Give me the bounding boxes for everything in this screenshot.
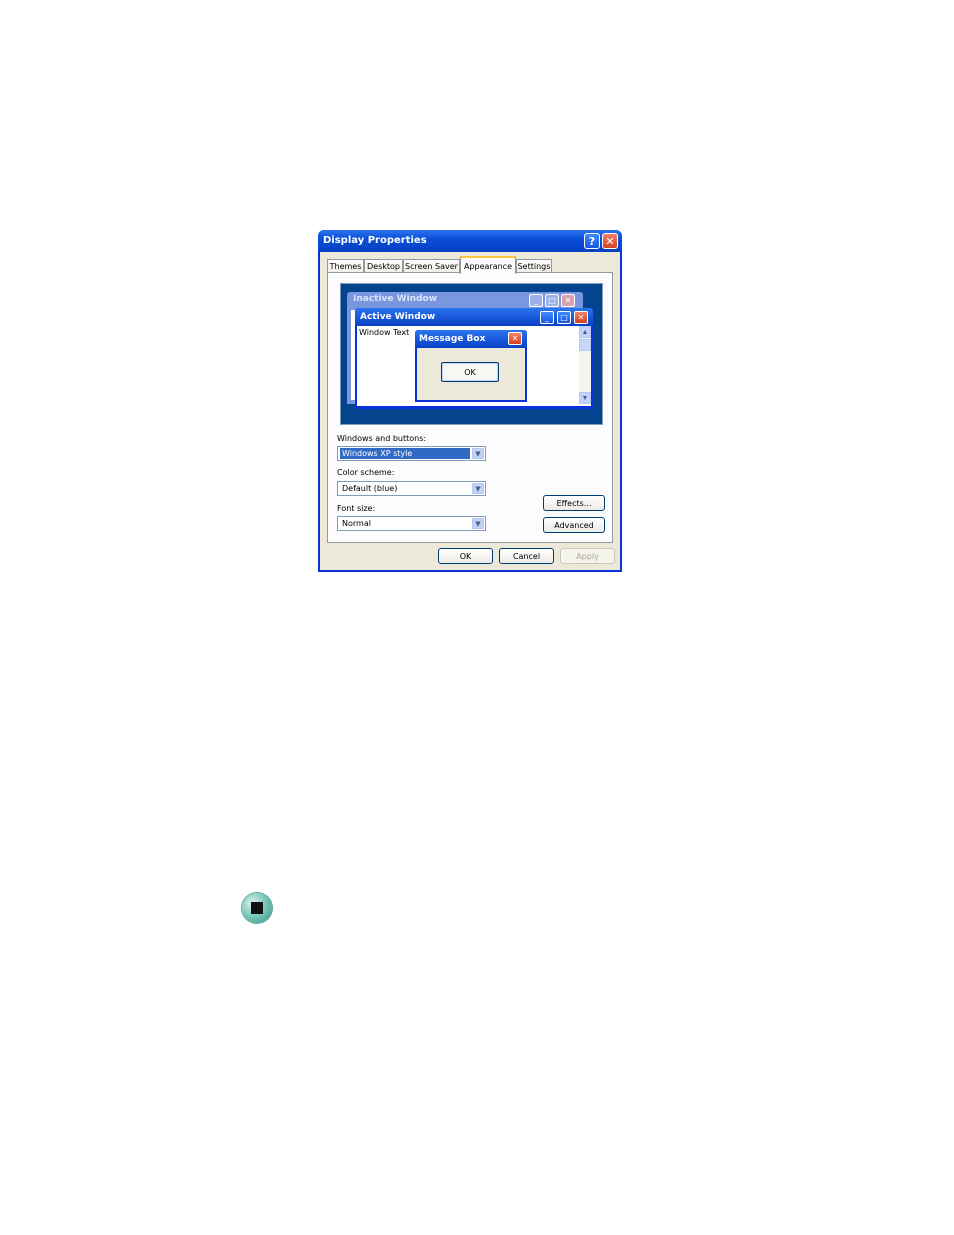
help-button[interactable]: ? (584, 233, 600, 249)
font-size-select[interactable]: Normal ▼ (337, 516, 486, 531)
preview-message-box-titlebar: Message Box ✕ (415, 330, 527, 348)
apply-button[interactable]: Apply (560, 548, 615, 564)
color-scheme-value: Default (blue) (342, 484, 398, 493)
color-scheme-select[interactable]: Default (blue) ▼ (337, 481, 486, 496)
chevron-down-icon[interactable]: ▼ (472, 448, 484, 459)
font-size-label: Font size: (337, 504, 376, 513)
preview-window-text: Window Text (359, 328, 410, 337)
dialog-client-area: Themes Desktop Screen Saver Appearance S… (320, 252, 620, 570)
preview-maximize-icon: □ (557, 311, 571, 324)
preview-inactive-title: Inactive Window (353, 294, 438, 304)
preview-inactive-minimize-icon: _ (529, 294, 543, 307)
windows-buttons-value: Windows XP style (340, 448, 470, 459)
preview-close-icon: ✕ (574, 311, 588, 324)
scroll-down-icon: ▼ (579, 392, 591, 404)
tab-settings[interactable]: Settings (516, 259, 552, 273)
close-button[interactable]: ✕ (602, 233, 618, 249)
ok-button[interactable]: OK (438, 548, 493, 564)
close-icon: ✕ (605, 234, 615, 248)
preview-message-box-close-icon: ✕ (508, 332, 522, 345)
preview-message-box-body: OK (417, 348, 525, 400)
font-size-value: Normal (342, 519, 371, 528)
tab-appearance[interactable]: Appearance (460, 256, 516, 274)
tab-screen-saver[interactable]: Screen Saver (403, 259, 460, 273)
preview-inactive-close-icon: ✕ (561, 294, 575, 307)
preview-minimize-icon: _ (540, 311, 554, 324)
dialog-title: Display Properties (323, 235, 427, 246)
preview-active-title: Active Window (360, 312, 436, 322)
appearance-panel: Inactive Window _ □ ✕ Active Window _ □ … (327, 272, 613, 543)
end-of-section-icon (242, 893, 272, 923)
chevron-down-icon[interactable]: ▼ (472, 483, 484, 494)
stop-square-icon (251, 902, 263, 914)
display-properties-dialog: Display Properties ? ✕ Themes Desktop Sc… (318, 230, 622, 572)
windows-buttons-select[interactable]: Windows XP style ▼ (337, 446, 486, 461)
tab-themes[interactable]: Themes (327, 259, 364, 273)
appearance-preview: Inactive Window _ □ ✕ Active Window _ □ … (340, 283, 603, 425)
tab-desktop[interactable]: Desktop (364, 259, 403, 273)
cancel-button[interactable]: Cancel (499, 548, 554, 564)
help-icon: ? (588, 234, 596, 248)
advanced-button[interactable]: Advanced (543, 517, 605, 533)
scroll-thumb (579, 339, 591, 351)
dialog-titlebar[interactable]: Display Properties ? ✕ (318, 230, 622, 252)
color-scheme-label: Color scheme: (337, 468, 395, 477)
preview-ok-button: OK (441, 362, 499, 382)
preview-scrollbar: ▲ ▼ (579, 326, 591, 404)
chevron-down-icon[interactable]: ▼ (472, 518, 484, 529)
preview-inactive-maximize-icon: □ (545, 294, 559, 307)
preview-message-box: Message Box ✕ OK (415, 330, 527, 402)
preview-active-titlebar: Active Window _ □ ✕ (355, 308, 593, 326)
effects-button[interactable]: Effects... (543, 495, 605, 511)
preview-message-box-title: Message Box (419, 334, 486, 344)
windows-buttons-label: Windows and buttons: (337, 434, 427, 443)
scroll-up-icon: ▲ (579, 326, 591, 338)
